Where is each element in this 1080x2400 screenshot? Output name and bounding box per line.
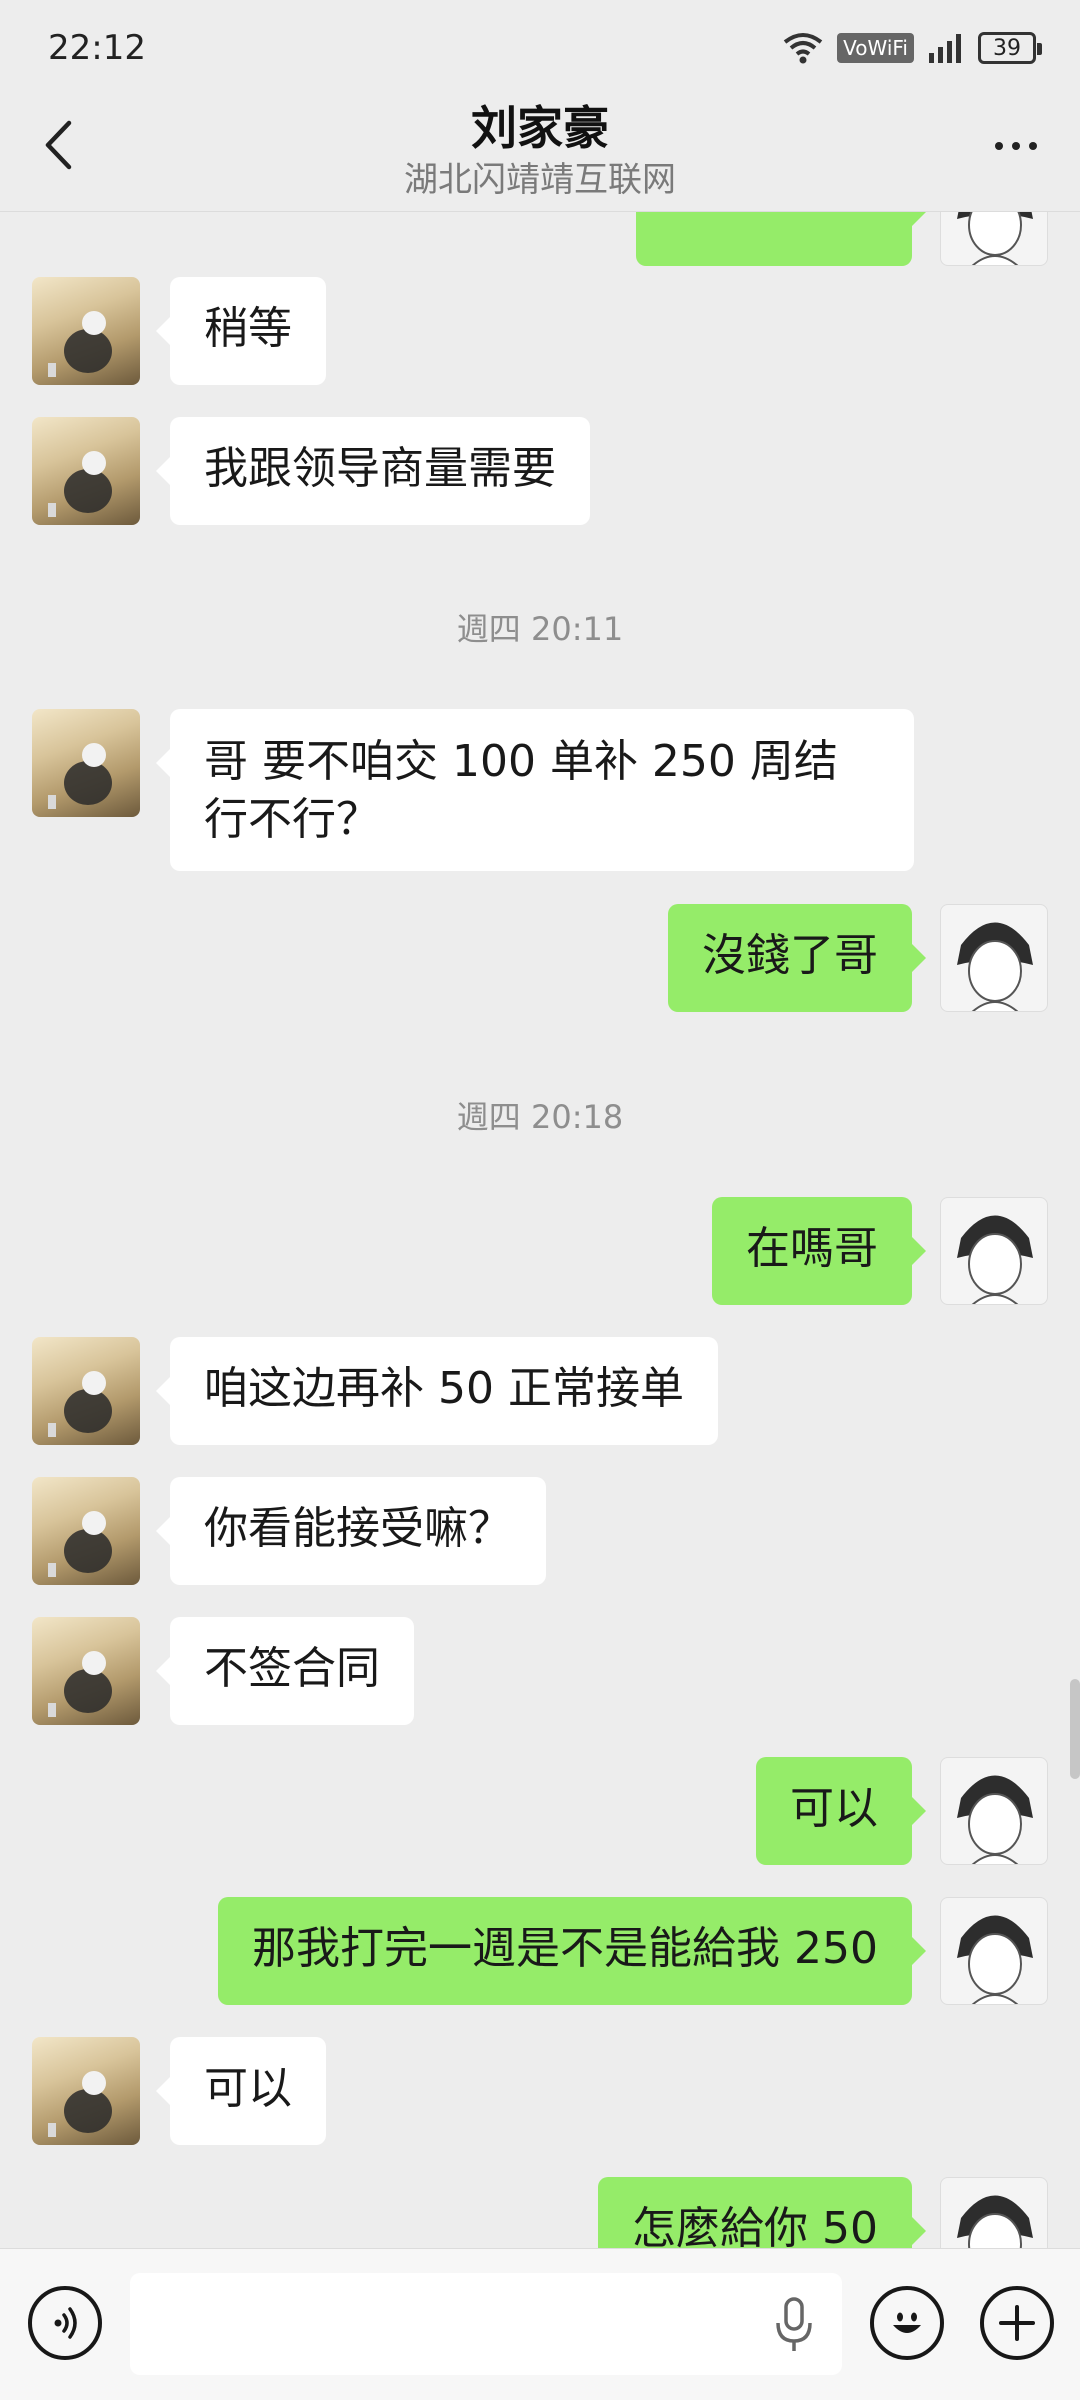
avatar-contact[interactable] [32, 1617, 140, 1725]
plus-button[interactable] [980, 2286, 1054, 2360]
message-bubble[interactable]: 可以 [156, 2037, 326, 2145]
more-dots-icon [995, 142, 1003, 150]
status-bar: 22:12 VoWiFi 39 [0, 0, 1080, 96]
avatar-contact[interactable] [32, 1477, 140, 1585]
message-bubble[interactable]: 我跟领导商量需要 [156, 417, 590, 525]
microphone-button[interactable] [768, 2295, 820, 2355]
message-bubble[interactable]: 稍等 [156, 277, 326, 385]
message-list[interactable]: 稍等 我跟领导商量需要 週四 20:11 哥 要不咱交 100 单补 250 周… [0, 212, 1080, 2248]
message-bubble[interactable]: 不签合同 [156, 1617, 414, 1725]
title-wrap: 刘家豪 湖北闪靖靖互联网 [0, 98, 1080, 202]
emoji-icon [893, 2312, 921, 2333]
avatar-me-image [957, 212, 1033, 265]
plus-icon [999, 2305, 1035, 2341]
chat-header: 刘家豪 湖北闪靖靖互联网 [0, 96, 1080, 212]
chat-subtitle: 湖北闪靖靖互联网 [404, 160, 676, 200]
wifi-icon [783, 33, 823, 64]
battery-level: 39 [993, 35, 1021, 61]
avatar-me[interactable] [940, 1897, 1048, 2005]
voice-toggle-button[interactable] [28, 2286, 102, 2360]
avatar-contact[interactable] [32, 277, 140, 385]
message-bubble[interactable]: 那我打完一週是不是能給我 250 [218, 1897, 926, 2005]
avatar-contact[interactable] [32, 1337, 140, 1445]
avatar-me[interactable] [940, 212, 1048, 266]
battery-icon: 39 [978, 32, 1042, 64]
input-bar [0, 2248, 1080, 2400]
message-bubble[interactable]: 咱这边再补 50 正常接单 [156, 1337, 718, 1445]
message-bubble[interactable]: 可以 [756, 1757, 926, 1865]
message-input[interactable] [130, 2273, 842, 2375]
message-bubble-partial[interactable] [636, 212, 926, 266]
timestamp: 週四 20:11 [456, 610, 624, 648]
avatar-contact[interactable] [32, 2037, 140, 2145]
scrollbar-thumb[interactable] [1070, 1679, 1080, 1779]
microphone-icon [776, 2297, 812, 2351]
vowifi-badge: VoWiFi [837, 33, 914, 63]
avatar-me[interactable] [940, 2177, 1048, 2248]
avatar-me[interactable] [940, 1757, 1048, 1865]
message-bubble[interactable]: 在嗎哥 [712, 1197, 926, 1305]
avatar-me[interactable] [940, 904, 1048, 1012]
status-icons: VoWiFi 39 [783, 32, 1042, 64]
more-options-button[interactable] [980, 118, 1052, 174]
avatar-contact[interactable] [32, 709, 140, 817]
emoji-button[interactable] [870, 2286, 944, 2360]
message-bubble[interactable]: 怎麼給你 50 [598, 2177, 926, 2248]
message-bubble[interactable]: 你看能接受嘛？ [156, 1477, 546, 1585]
signal-icon [929, 34, 961, 63]
timestamp: 週四 20:18 [456, 1098, 624, 1136]
avatar-contact[interactable] [32, 417, 140, 525]
avatar-me[interactable] [940, 1197, 1048, 1305]
voice-icon [54, 2307, 77, 2339]
message-bubble[interactable]: 沒錢了哥 [668, 904, 926, 1012]
message-bubble[interactable]: 哥 要不咱交 100 单补 250 周结行不行？ [156, 709, 914, 871]
status-time: 22:12 [48, 28, 146, 68]
chat-title: 刘家豪 [471, 101, 609, 155]
